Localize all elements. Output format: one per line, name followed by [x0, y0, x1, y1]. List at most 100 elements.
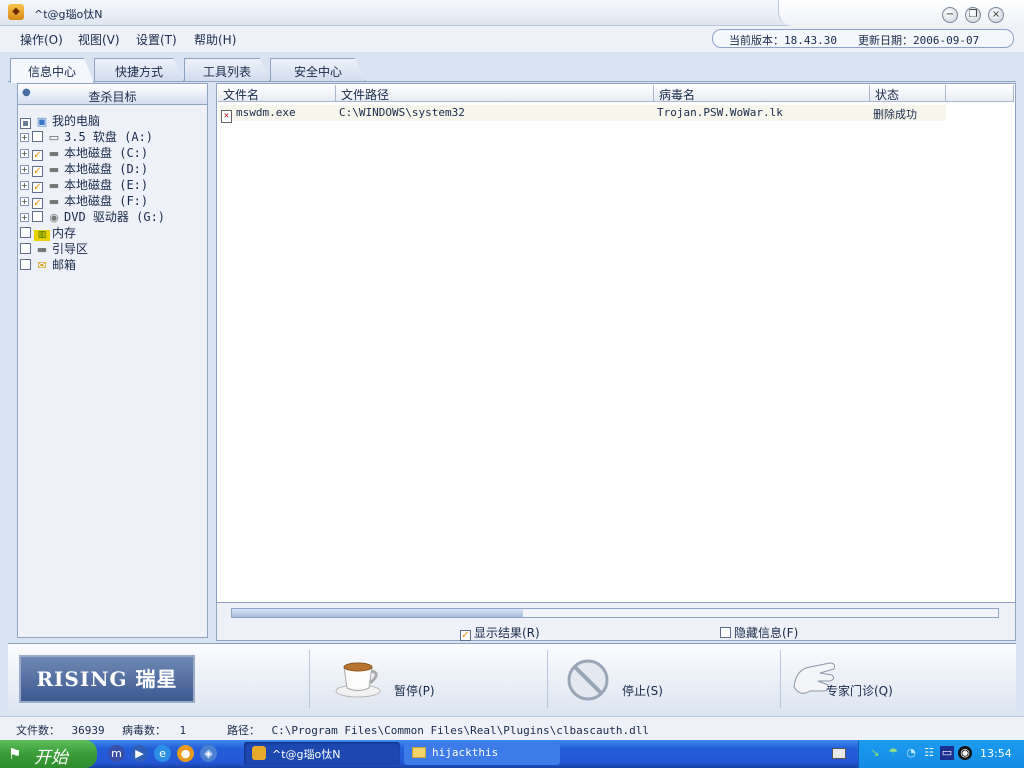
tree-label: 我的电脑 [52, 114, 101, 128]
checkbox[interactable] [20, 259, 31, 270]
tree-label: 引导区 [52, 242, 89, 256]
tab-tool-list[interactable]: 工具列表 [184, 58, 270, 81]
maxthon-icon[interactable]: m [108, 745, 125, 762]
ie-icon[interactable]: e [154, 745, 171, 762]
windows-logo-icon: ⚑ [8, 745, 22, 763]
tree-item-disk-d[interactable]: + ✓ ▬ 本地磁盘 (D:) [20, 160, 149, 177]
tree-item-my-computer[interactable]: ▪ ▣ 我的电脑 [20, 112, 101, 129]
tree-label: 本地磁盘 (D:) [64, 162, 149, 176]
tree-label: 邮箱 [52, 258, 77, 272]
scan-target-header[interactable]: ● 查杀目标 [18, 84, 207, 105]
file-name: mswdm.exe [236, 106, 296, 119]
expand-icon[interactable]: + [20, 213, 29, 222]
tree-item-memory[interactable]: ▥ 内存 [20, 224, 77, 241]
tab-security-center[interactable]: 安全中心 [270, 58, 366, 81]
menu-view[interactable]: 视图(V) [78, 31, 120, 48]
update-date: 2006-09-07 [912, 34, 980, 47]
checkbox[interactable] [32, 211, 43, 222]
expert-clinic-label: 专家门诊(Q) [826, 684, 893, 698]
menu-operate[interactable]: 操作(O) [20, 31, 63, 48]
column-file-name[interactable]: 文件名 [218, 85, 336, 102]
virus-count-value: 1 [179, 724, 187, 737]
hide-info-option[interactable]: 隐藏信息(F) [720, 624, 798, 641]
column-file-path[interactable]: 文件路径 [336, 85, 654, 102]
tab-shortcuts[interactable]: 快捷方式 [94, 58, 184, 81]
version-info: 当前版本：18.43.30 更新日期：2006-09-07 [712, 29, 1014, 48]
menu-help[interactable]: 帮助(H) [194, 31, 236, 48]
menu-settings[interactable]: 设置(T) [136, 31, 177, 48]
file-path-cell: C:\WINDOWS\system32 [336, 105, 654, 121]
expand-icon[interactable]: + [20, 197, 29, 206]
folder-icon [412, 747, 426, 758]
tree-item-floppy-a[interactable]: + ▭ 3.5 软盘 (A:) [20, 128, 153, 144]
mail-icon: ✉ [37, 259, 47, 272]
version-label: 当前版本： [729, 34, 784, 47]
taskbar-item-rising[interactable]: ^t@g瑙o忲N [244, 742, 400, 765]
table-row[interactable]: ✕ mswdm.exe C:\WINDOWS\system32 Trojan.PS… [218, 105, 946, 123]
file-name-cell: ✕ mswdm.exe [218, 105, 336, 123]
show-results-label: 显示结果(R) [474, 626, 540, 640]
rising-logo-text: RISING 瑞星 [36, 667, 178, 691]
tray-media-icon[interactable]: ◉ [958, 746, 972, 760]
scan-path: 路径： C:\Program Files\Common Files\Real\P… [227, 722, 649, 738]
expand-icon[interactable]: + [20, 181, 29, 190]
stop-button[interactable]: 停止(S) [566, 653, 696, 707]
app-icon-small [252, 746, 266, 760]
scan-progress-fill [232, 609, 523, 617]
maximize-button[interactable]: ❐ [965, 7, 981, 23]
coffee-cup-icon [335, 662, 381, 698]
checkbox[interactable] [20, 243, 31, 254]
start-label: 开始 [34, 748, 68, 768]
expand-icon[interactable]: + [20, 133, 29, 142]
media-player-icon[interactable]: ▶ [131, 745, 148, 762]
hard-disk-icon: ▬ [48, 147, 60, 160]
divider [309, 650, 310, 708]
tab-info-center[interactable]: 信息中心 [10, 58, 94, 83]
tree-item-disk-e[interactable]: + ✓ ▬ 本地磁盘 (E:) [20, 176, 148, 193]
file-count: 文件数： 36939 [16, 722, 105, 738]
stop-icon [567, 659, 609, 701]
stop-label: 停止(S) [622, 684, 663, 698]
checkbox[interactable] [20, 227, 31, 238]
tray-arrow-icon[interactable]: ↘ [868, 746, 882, 760]
hide-info-label: 隐藏信息(F) [734, 626, 799, 640]
window-title: ^t@g瑙o忲N [34, 8, 103, 21]
close-button[interactable]: × [988, 7, 1004, 23]
expert-clinic-button[interactable]: 专家门诊(Q) [790, 653, 930, 707]
hide-info-checkbox[interactable] [720, 627, 731, 638]
column-status[interactable]: 状态 [870, 85, 946, 102]
expand-icon[interactable]: + [20, 149, 29, 158]
tree-item-mailbox[interactable]: ✉ 邮箱 [20, 256, 76, 272]
keyboard-icon[interactable] [832, 748, 846, 759]
column-virus-name[interactable]: 病毒名 [654, 85, 870, 102]
tray-rising-icon[interactable]: ◔ [904, 746, 918, 760]
tray-network-icon[interactable]: ☷ [922, 746, 936, 760]
boot-sector-icon: ▬ [36, 243, 48, 256]
pause-label: 暂停(P) [394, 684, 435, 698]
minimize-button[interactable]: − [942, 7, 958, 23]
expand-icon[interactable]: + [20, 165, 29, 174]
taskbar-item-hijackthis[interactable]: hijackthis [404, 742, 560, 765]
clock[interactable]: 13:54 [980, 747, 1012, 760]
hard-disk-icon: ▬ [48, 195, 60, 208]
tree-item-dvd-g[interactable]: + ◉ DVD 驱动器 (G:) [20, 208, 165, 224]
tree-label: 本地磁盘 (C:) [64, 146, 149, 160]
tree-item-boot-sector[interactable]: ▬ 引导区 [20, 240, 88, 256]
tray-monitor-icon[interactable]: ▭ [940, 746, 954, 760]
tree-label: 内存 [52, 226, 77, 240]
show-results-checkbox[interactable]: ✓ [460, 630, 471, 641]
network-icon[interactable]: ◈ [200, 745, 217, 762]
scan-path-label: 路径： [227, 724, 260, 737]
qq-icon[interactable]: ● [177, 745, 194, 762]
app-icon: ◆ [8, 4, 24, 20]
show-results-option[interactable]: ✓ 显示结果(R) [460, 624, 540, 641]
tree-item-disk-f[interactable]: + ✓ ▬ 本地磁盘 (F:) [20, 192, 148, 209]
checkbox[interactable] [32, 131, 43, 142]
file-count-label: 文件数： [16, 724, 60, 737]
scan-path-value: C:\Program Files\Common Files\Real\Plugi… [271, 724, 650, 737]
hard-disk-icon: ▬ [48, 163, 60, 176]
tree-item-disk-c[interactable]: + ✓ ▬ 本地磁盘 (C:) [20, 144, 149, 161]
tray-umbrella-icon[interactable]: ☂ [886, 746, 900, 760]
pause-button[interactable]: 暂停(P) [334, 653, 464, 707]
computer-icon: ▣ [36, 115, 48, 128]
